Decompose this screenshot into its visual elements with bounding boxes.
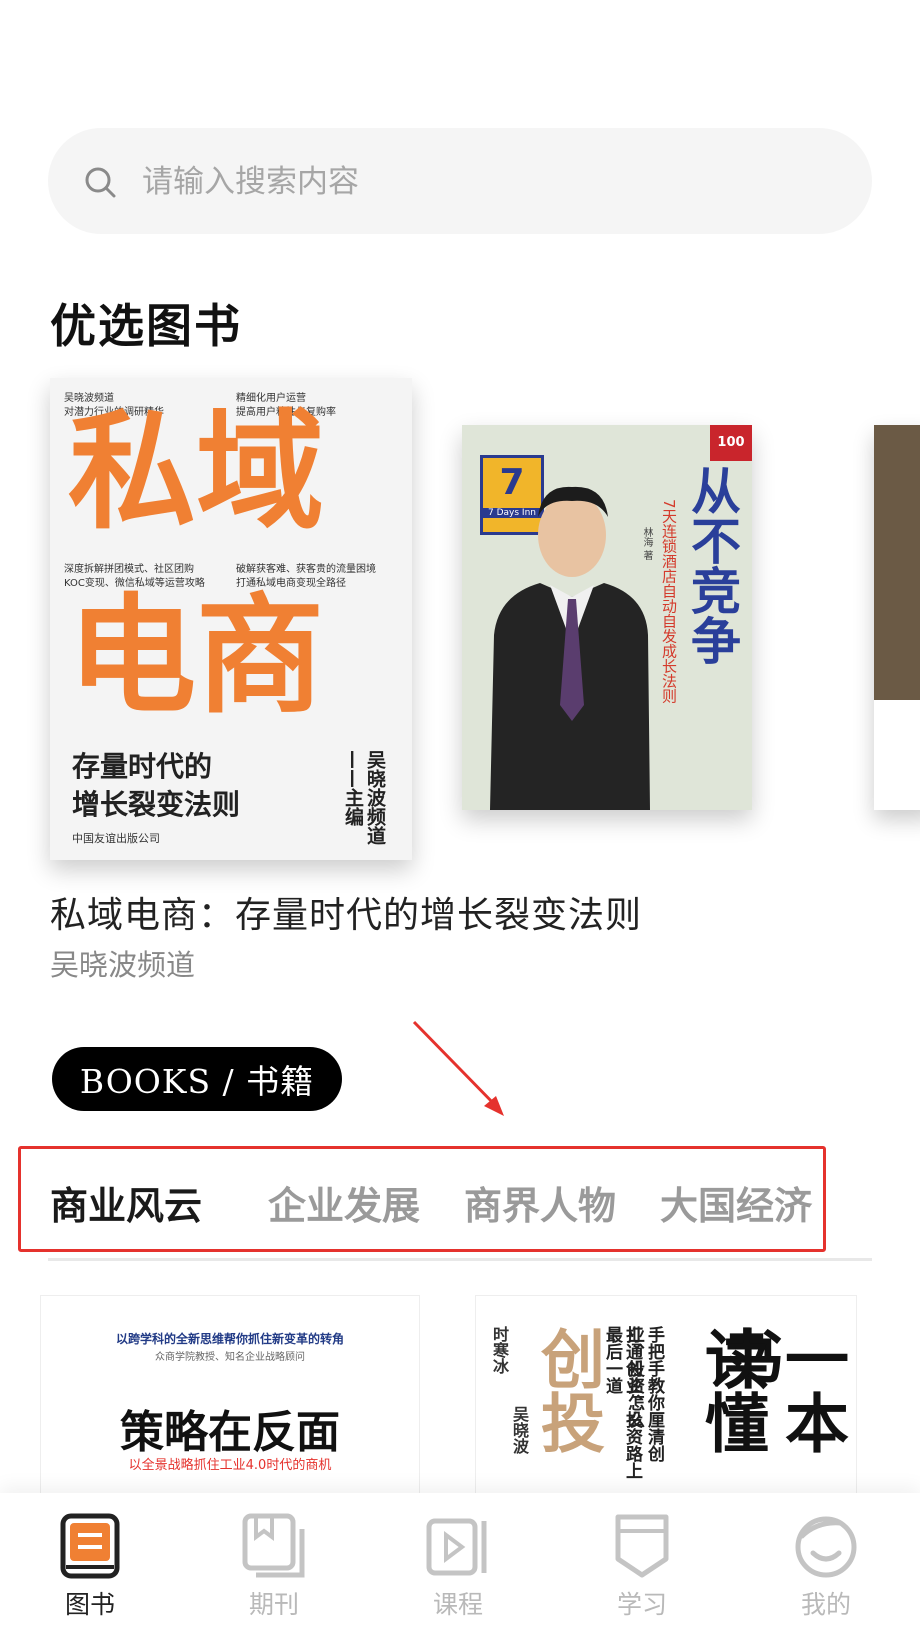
nav-label: 图书 <box>64 1590 115 1619</box>
cover-tag: 破解获客难、获客贵的流量困境 <box>236 564 376 575</box>
cover-subtitle: 7天连锁酒店自动自发成长法则 <box>660 499 678 704</box>
profile-icon <box>795 1516 857 1578</box>
featured-book-author: 吴晓波频道 <box>50 948 196 982</box>
bottom-navigation: 图书 期刊 课程 学习 我的 <box>0 1493 920 1636</box>
nav-item-courses[interactable]: 课程 <box>398 1513 518 1621</box>
cover-big-title: 电商 <box>68 581 325 731</box>
books-label-pill: BOOKS / 书籍 <box>52 1047 342 1111</box>
cover-badge: 100 <box>710 425 752 461</box>
cover-author: 时寒冰 <box>490 1326 509 1374</box>
cover-subtitle: 存量时代的 增长裂变法则 <box>72 750 241 821</box>
cover-tagline: 众商学院教授、知名企业战略顾问 <box>155 1352 305 1363</box>
nav-label: 学习 <box>616 1590 667 1619</box>
nav-label: 我的 <box>800 1590 851 1619</box>
annotation-arrow <box>412 1020 504 1116</box>
cover-tag: 深度拆解拼团模式、社区团购 <box>64 564 194 575</box>
cover-title: 创投 <box>530 1326 605 1454</box>
journal-icon <box>242 1513 305 1578</box>
cover-title: 从不竞争 <box>683 465 742 665</box>
search-icon <box>85 167 116 198</box>
cover-title: 读懂 <box>694 1326 769 1454</box>
featured-book-cover[interactable] <box>874 425 920 810</box>
search-bar[interactable] <box>48 128 872 234</box>
book-icon <box>60 1513 120 1579</box>
book-grid-item[interactable]: 以跨学科的全新思维帮你抓住新变革的转角 众商学院教授、知名企业战略顾问 策略在反… <box>40 1295 420 1495</box>
featured-book-cover[interactable]: 吴晓波频道 对潜力行业的调研精华 精细化用户运营 提高用户粘性与复购率 私域 深… <box>50 378 412 860</box>
section-title: 优选图书 <box>50 299 242 353</box>
cover-big-title: 私域 <box>68 397 325 547</box>
annotation-highlight-box <box>18 1146 826 1252</box>
cover-title: 策略在反面 <box>120 1407 340 1458</box>
featured-book-title[interactable]: 私域电商：存量时代的增长裂变法则 <box>50 886 642 938</box>
tabs-divider <box>48 1258 872 1261</box>
nav-item-profile[interactable]: 我的 <box>766 1513 886 1621</box>
nav-item-journals[interactable]: 期刊 <box>214 1513 334 1621</box>
cover-editor: 吴晓波频道——主编 <box>342 750 386 845</box>
cover-publisher: 中国友谊出版公司 <box>72 832 160 845</box>
portrait-image <box>490 486 650 810</box>
cover-author: 吴晓波 <box>510 1406 529 1454</box>
featured-book-cover[interactable]: 100 7 7 Days Inn 林海 著 7天连锁酒店自动自发成长法则 从不竞… <box>462 425 752 810</box>
nav-item-books[interactable]: 图书 <box>30 1513 150 1621</box>
cover-tagline: 以跨学科的全新思维帮你抓住新变革的转角 <box>115 1332 344 1346</box>
cover-subtitle: 打通创业、投资路上最后一道 <box>602 1326 642 1479</box>
nav-label: 课程 <box>432 1590 483 1619</box>
nav-label: 期刊 <box>248 1590 299 1619</box>
cover-subtitle: 以全景战略抓住工业4.0时代的商机 <box>128 1458 332 1473</box>
search-input[interactable] <box>140 156 824 208</box>
nav-item-study[interactable]: 学习 <box>582 1513 702 1621</box>
book-grid-item[interactable]: 一本书 读懂 创投 手把手教你厘清创业、投资怎么 打通创业、投资路上最后一道 时… <box>475 1295 857 1495</box>
study-icon <box>615 1514 669 1578</box>
cover-author: 林海 著 <box>641 527 652 561</box>
course-icon <box>426 1518 487 1576</box>
